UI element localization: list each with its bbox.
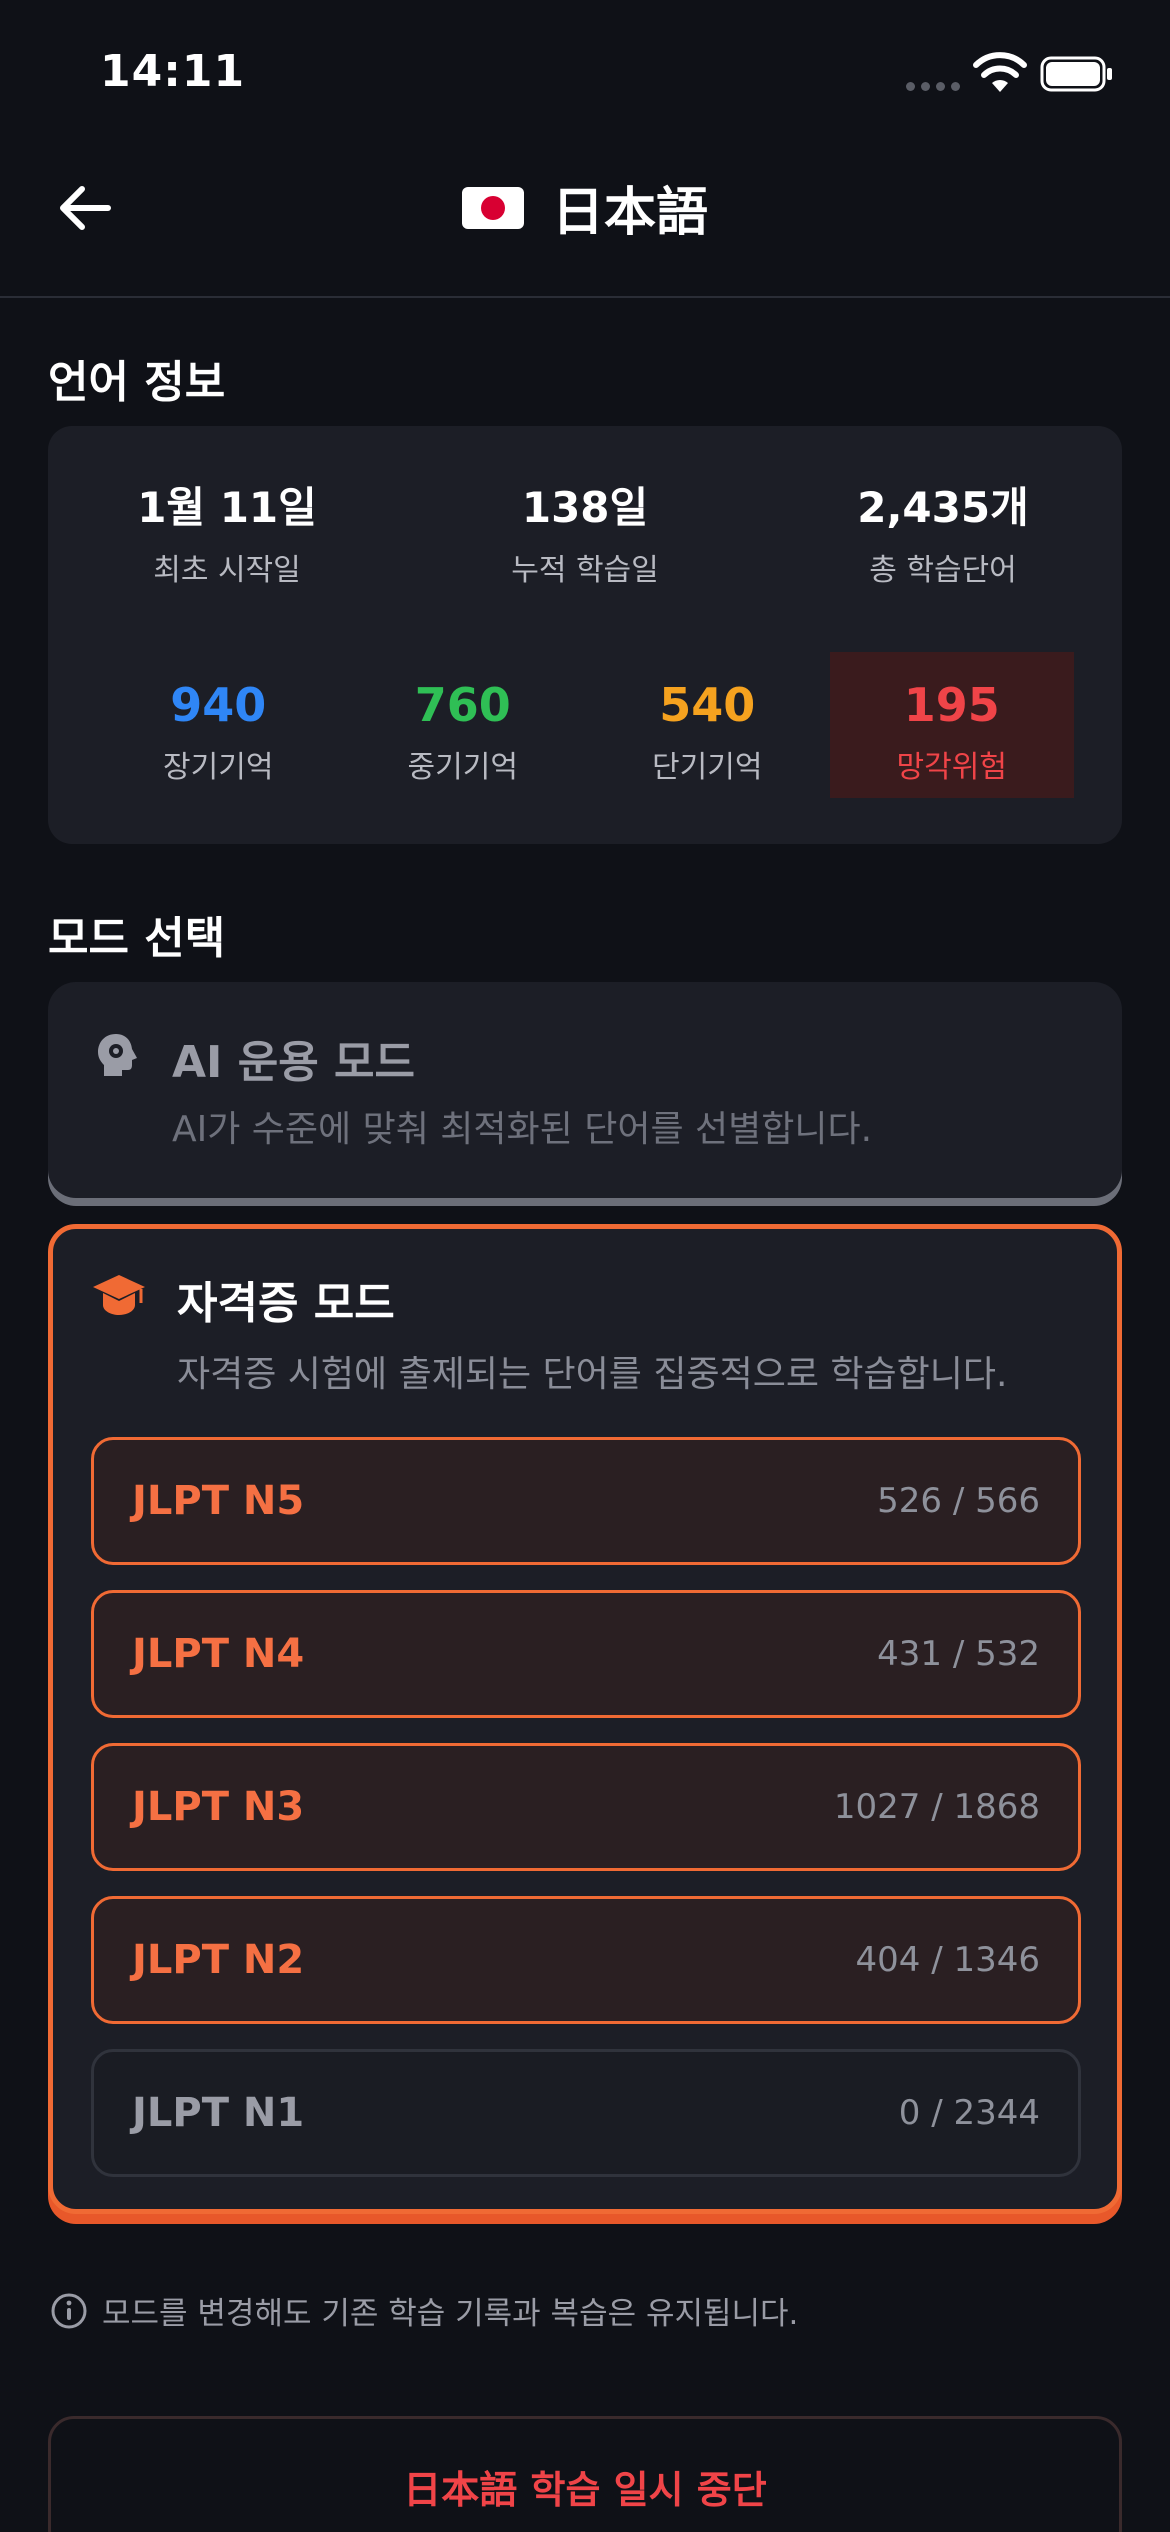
memory-label: 단기기억 [652, 750, 763, 785]
memory-label: 중기기억 [407, 750, 518, 785]
memory-label: 장기기억 [163, 750, 274, 785]
level-count: 431 / 532 [877, 1634, 1040, 1674]
stat-label: 총 학습단어 [869, 553, 1017, 588]
language-info-heading: 언어 정보 [48, 357, 226, 408]
memory-label: 망각위험 [896, 750, 1007, 785]
stat-value: 1월 11일 [137, 483, 317, 532]
mode-select-heading: 모드 선택 [48, 913, 226, 964]
notice-text: 모드를 변경해도 기존 학습 기록과 복습은 유지됩니다. [102, 2296, 799, 2332]
stat-label: 최초 시작일 [153, 553, 301, 588]
cert-mode-title: 자격증 모드 [177, 1278, 395, 1329]
status-bar: 14:11 [0, 0, 1170, 140]
level-item-jlpt-n5[interactable]: JLPT N5 526 / 566 [91, 1437, 1081, 1565]
cert-mode-card[interactable]: 자격증 모드 자격증 시험에 출제되는 단어를 집중적으로 학습합니다. JLP… [48, 1224, 1122, 2214]
memory-value: 940 [170, 678, 267, 732]
level-item-jlpt-n1[interactable]: JLPT N1 0 / 2344 [91, 2049, 1081, 2177]
pause-study-label: 日本語 학습 일시 중단 [403, 2468, 767, 2512]
cert-mode-description: 자격증 시험에 출제되는 단어를 집중적으로 학습합니다. [177, 1354, 1008, 1395]
mode-change-notice: 모드를 변경해도 기존 학습 기록과 복습은 유지됩니다. [50, 2288, 798, 2333]
memory-value: 195 [903, 678, 1000, 732]
signal-icon [906, 82, 962, 92]
level-item-jlpt-n3[interactable]: JLPT N3 1027 / 1868 [91, 1743, 1081, 1871]
japan-flag-icon [461, 186, 524, 229]
stat-label: 누적 학습일 [511, 553, 659, 588]
memory-long-term: 940 장기기억 [96, 652, 341, 798]
nav-header: 日本語 [0, 140, 1170, 298]
battery-icon [1040, 56, 1112, 92]
level-name: JLPT N3 [132, 1784, 305, 1830]
stats-row: 1월 11일 최초 시작일 138일 누적 학습일 2,435개 총 학습단어 [48, 474, 1122, 589]
level-name: JLPT N4 [132, 1631, 305, 1677]
level-count: 1027 / 1868 [833, 1787, 1040, 1827]
level-item-jlpt-n2[interactable]: JLPT N2 404 / 1346 [91, 1896, 1081, 2024]
stat-value: 138일 [521, 483, 649, 532]
memory-value: 760 [414, 678, 511, 732]
memory-mid-term: 760 중기기억 [341, 652, 586, 798]
screen: 14:11 日本語 언어 정보 1월 11일 최초 시작일 138일 누적 학습… [0, 0, 1170, 2532]
jlpt-level-list: JLPT N5 526 / 566 JLPT N4 431 / 532 JLPT… [91, 1437, 1081, 2202]
stat-total-words: 2,435개 총 학습단어 [764, 474, 1122, 589]
level-item-jlpt-n4[interactable]: JLPT N4 431 / 532 [91, 1590, 1081, 1718]
memory-value: 540 [659, 678, 756, 732]
level-count: 404 / 1346 [855, 1940, 1041, 1980]
status-time: 14:11 [100, 46, 246, 97]
stat-study-days: 138일 누적 학습일 [406, 474, 764, 589]
level-name: JLPT N5 [132, 1478, 305, 1524]
ai-mode-title: AI 운용 모드 [172, 1037, 415, 1088]
level-name: JLPT N1 [132, 2090, 305, 2136]
memory-row: 940 장기기억 760 중기기억 540 단기기억 195 망각위험 [96, 652, 1074, 798]
pause-study-button[interactable]: 日本語 학습 일시 중단 [48, 2416, 1122, 2532]
ai-mode-description: AI가 수준에 맞춰 최적화된 단어를 선별합니다. [172, 1109, 873, 1150]
memory-short-term: 540 단기기억 [585, 652, 830, 798]
level-count: 526 / 566 [877, 1481, 1040, 1521]
level-name: JLPT N2 [132, 1937, 305, 1983]
memory-forget-risk: 195 망각위험 [829, 652, 1074, 798]
stat-value: 2,435개 [857, 483, 1029, 532]
level-count: 0 / 2344 [898, 2093, 1040, 2133]
graduation-cap-icon [93, 1275, 145, 1315]
stat-start-date: 1월 11일 최초 시작일 [48, 474, 406, 589]
info-icon [51, 2293, 87, 2328]
page-title: 日本語 [0, 170, 1170, 245]
ai-mode-card[interactable]: AI 운용 모드 AI가 수준에 맞춰 최적화된 단어를 선별합니다. [48, 982, 1122, 1198]
brain-head-icon [98, 1034, 137, 1076]
wifi-icon [973, 52, 1027, 92]
page-title-text: 日本語 [551, 183, 708, 243]
language-info-card: 1월 11일 최초 시작일 138일 누적 학습일 2,435개 총 학습단어 … [48, 426, 1122, 844]
